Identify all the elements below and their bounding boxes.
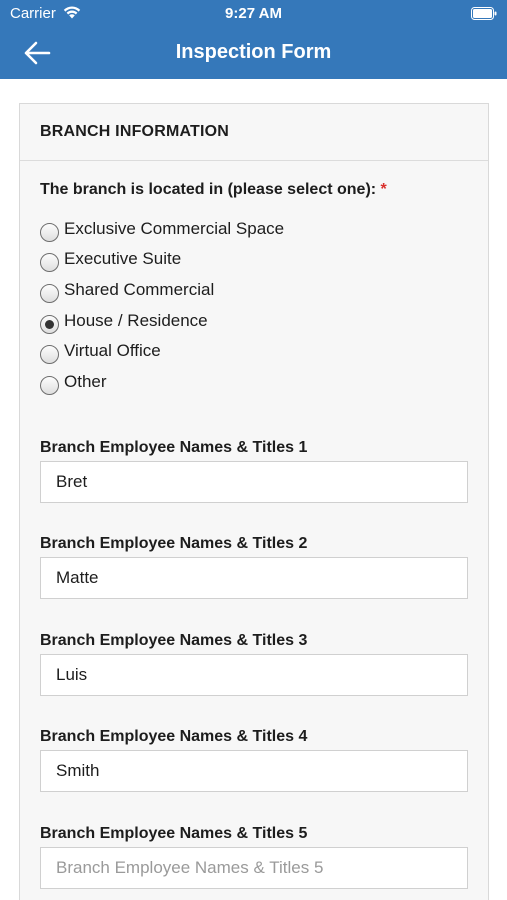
radio-label: Exclusive Commercial Space: [64, 219, 285, 238]
employee-field-3-label: Branch Employee Names & Titles 3: [40, 632, 308, 649]
radio-button[interactable]: [40, 375, 59, 395]
branch-information-card: BRANCH INFORMATION The branch is located…: [19, 103, 489, 900]
employee-field-4-label: Branch Employee Names & Titles 4: [40, 728, 308, 745]
employee-field-3-input[interactable]: [40, 654, 468, 696]
status-time: 9:27 AM: [225, 5, 282, 22]
employee-field-4-input[interactable]: [40, 750, 468, 792]
radio-button[interactable]: [40, 222, 59, 242]
employee-field-2-label: Branch Employee Names & Titles 2: [40, 535, 308, 552]
radio-option-other[interactable]: Other: [40, 369, 107, 395]
employee-field-5-input[interactable]: [40, 847, 468, 889]
radio-label: House / Residence: [64, 311, 208, 330]
navigation-bar: Inspection Form: [0, 28, 507, 79]
status-bar: Carrier 9:27 AM: [0, 0, 507, 28]
radio-option-shared-commercial[interactable]: Shared Commercial: [40, 277, 214, 303]
radio-option-executive-suite[interactable]: Executive Suite: [40, 246, 181, 272]
radio-button[interactable]: [40, 252, 59, 272]
battery-icon: [471, 7, 497, 20]
location-question-label: The branch is located in (please select …: [40, 181, 387, 199]
employee-field-5-label: Branch Employee Names & Titles 5: [40, 825, 308, 842]
radio-option-house-residence[interactable]: House / Residence: [40, 308, 208, 334]
section-title: BRANCH INFORMATION: [40, 123, 230, 140]
employee-field-1-input[interactable]: [40, 461, 468, 503]
employee-field-1-label: Branch Employee Names & Titles 1: [40, 439, 308, 456]
radio-label: Other: [64, 372, 107, 391]
radio-button-selected[interactable]: [40, 314, 59, 334]
radio-label: Shared Commercial: [64, 280, 215, 299]
question-text: The branch is located in (please select …: [40, 181, 377, 198]
radio-label: Virtual Office: [64, 341, 161, 360]
radio-button[interactable]: [40, 283, 59, 303]
radio-label: Executive Suite: [64, 249, 182, 268]
radio-option-exclusive-commercial-space[interactable]: Exclusive Commercial Space: [40, 216, 284, 242]
radio-option-virtual-office[interactable]: Virtual Office: [40, 338, 161, 364]
employee-field-2-input[interactable]: [40, 557, 468, 599]
page-title: Inspection Form: [175, 41, 332, 63]
radio-button[interactable]: [40, 344, 59, 364]
required-marker: *: [380, 181, 387, 198]
